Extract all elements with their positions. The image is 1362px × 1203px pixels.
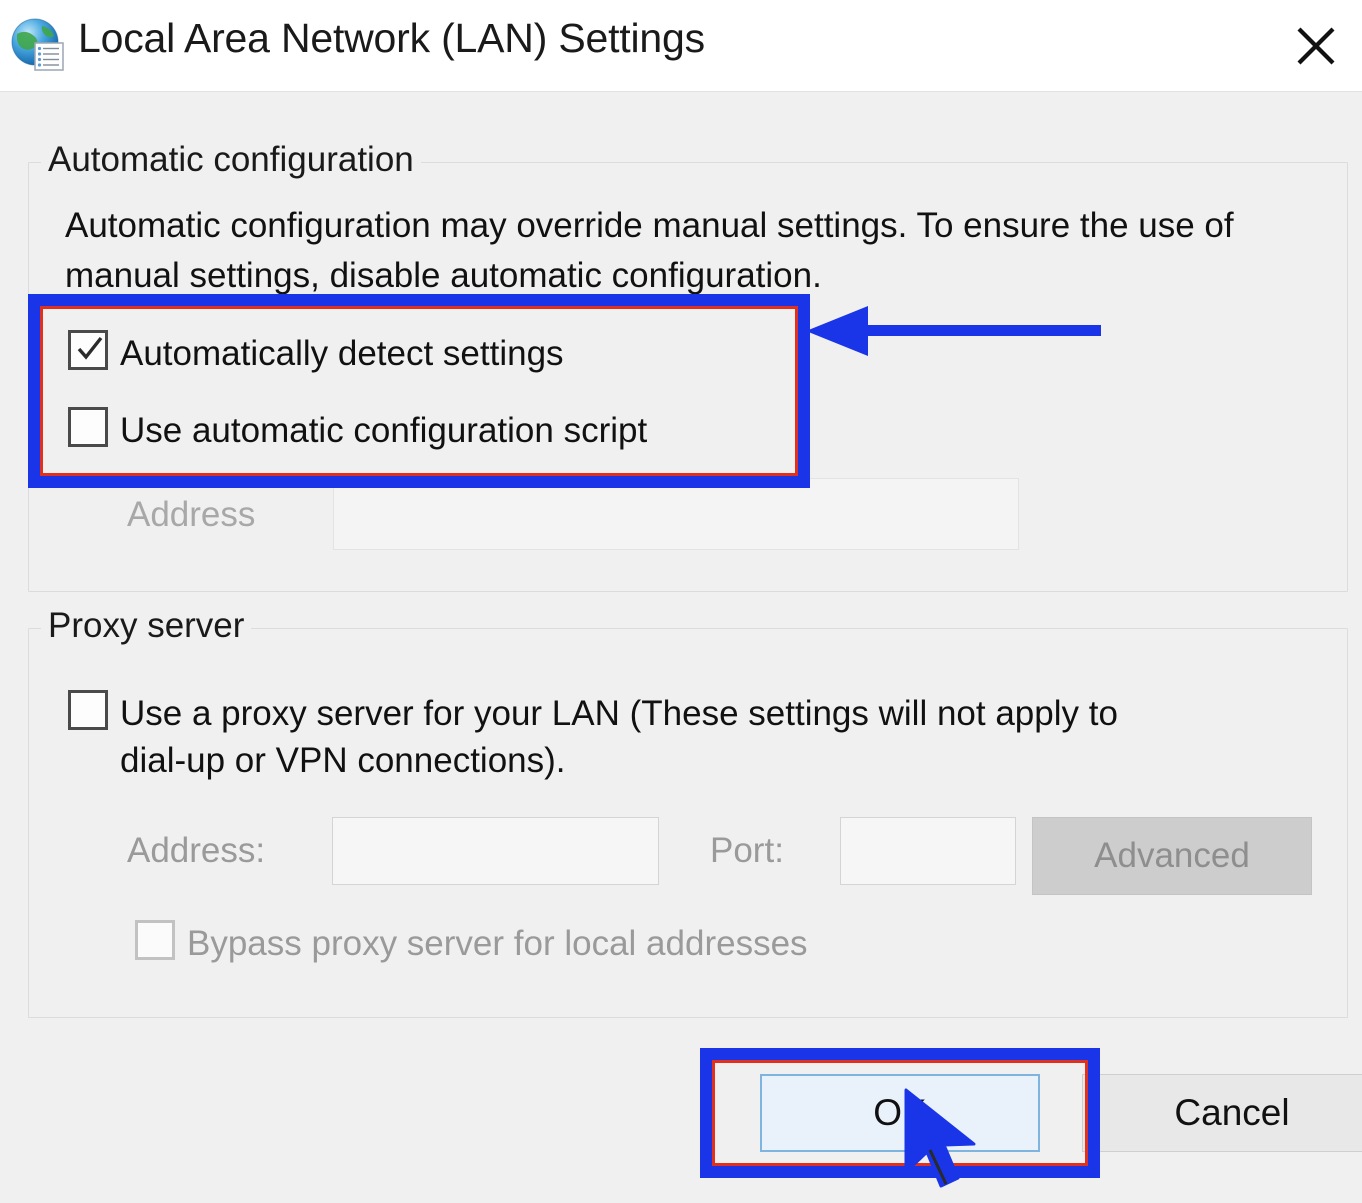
auto-address-input xyxy=(333,478,1019,550)
window-title: Local Area Network (LAN) Settings xyxy=(78,15,705,61)
close-icon[interactable] xyxy=(1278,8,1354,84)
proxy-address-label: Address: xyxy=(127,831,266,870)
proxy-address-input xyxy=(332,817,659,885)
checkbox-box-bypass xyxy=(135,920,175,960)
auto-address-label: Address xyxy=(127,495,256,534)
checkbox-use-proxy-server[interactable]: Use a proxy server for your LAN (These s… xyxy=(68,690,1118,784)
automatic-configuration-legend: Automatic configuration xyxy=(41,140,421,180)
proxy-server-legend: Proxy server xyxy=(41,606,252,646)
cancel-button[interactable]: Cancel xyxy=(1082,1074,1362,1152)
ok-button[interactable]: OK xyxy=(760,1074,1040,1152)
checkbox-use-automatic-configuration-script[interactable]: Use automatic configuration script xyxy=(68,407,647,454)
checkmark-icon xyxy=(77,336,103,360)
checkbox-box-useproxy[interactable] xyxy=(68,690,108,730)
automatic-configuration-description: Automatic configuration may override man… xyxy=(65,206,1234,295)
checkbox-label-bypass: Bypass proxy server for local addresses xyxy=(187,924,808,963)
checkbox-automatically-detect-settings[interactable]: Automatically detect settings xyxy=(68,330,564,377)
checkbox-label-detect: Automatically detect settings xyxy=(120,334,564,373)
checkbox-label-script: Use automatic configuration script xyxy=(120,411,648,450)
checkbox-bypass-proxy-local: Bypass proxy server for local addresses xyxy=(135,920,808,967)
advanced-button: Advanced xyxy=(1032,817,1312,895)
checkbox-box-detect[interactable] xyxy=(68,330,108,370)
proxy-port-label: Port: xyxy=(710,831,784,870)
proxy-port-input xyxy=(840,817,1016,885)
checkbox-label-useproxy: Use a proxy server for your LAN (These s… xyxy=(120,694,1118,780)
title-bar: Local Area Network (LAN) Settings xyxy=(0,0,1362,92)
globe-settings-icon xyxy=(10,17,66,73)
checkbox-box-script[interactable] xyxy=(68,407,108,447)
